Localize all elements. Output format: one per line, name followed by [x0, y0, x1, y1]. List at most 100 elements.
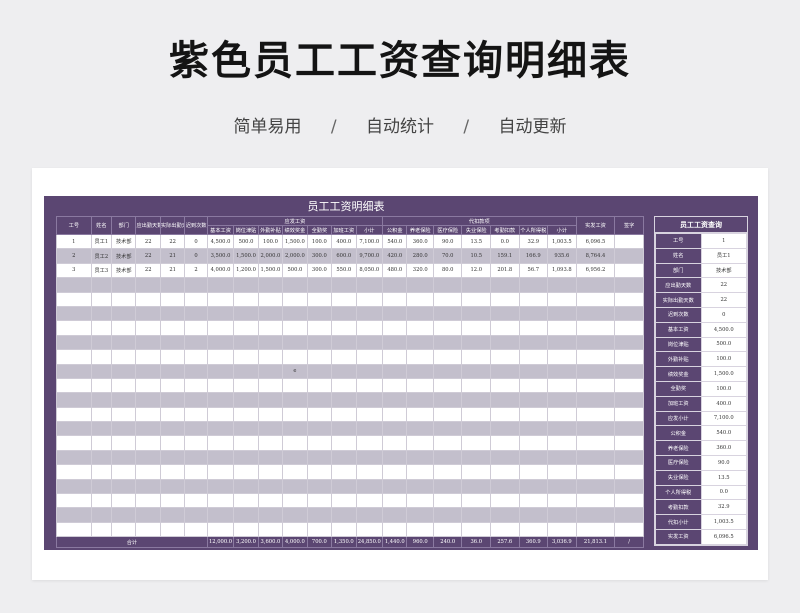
- empty-cell: [614, 320, 644, 336]
- empty-cell: [331, 449, 357, 466]
- empty-cell: [135, 406, 161, 423]
- empty-cell: [111, 291, 137, 307]
- empty-cell: [184, 349, 208, 365]
- empty-cell: [461, 435, 492, 451]
- empty-cell: [406, 507, 434, 523]
- empty-cell: [331, 392, 357, 408]
- empty-cell: [461, 392, 492, 408]
- table-cell: 550.0: [331, 262, 357, 279]
- total-cell: 4,000.0: [282, 536, 308, 549]
- empty-cell: [306, 349, 333, 365]
- query-value: 100.0: [700, 351, 747, 368]
- empty-cell: [90, 377, 113, 394]
- empty-cell: [432, 478, 463, 495]
- empty-cell: [306, 377, 333, 394]
- empty-row: [56, 421, 644, 437]
- empty-cell: [282, 507, 308, 523]
- query-key: 医疗保险: [655, 454, 702, 471]
- query-row: 加班工资 400.0: [655, 395, 747, 412]
- table-cell: 500.0: [282, 262, 308, 279]
- empty-cell: [547, 464, 577, 480]
- empty-row: [56, 291, 644, 307]
- empty-cell: [331, 377, 357, 394]
- empty-cell: [614, 363, 644, 379]
- empty-cell: [490, 521, 520, 538]
- empty-cell: [518, 291, 549, 307]
- empty-cell: [614, 291, 644, 307]
- table-cell: 10.5: [461, 248, 492, 264]
- empty-cell: [355, 507, 384, 523]
- empty-cell: [432, 435, 463, 451]
- empty-cell: [355, 277, 384, 293]
- empty-cell: [355, 521, 384, 538]
- empty-cell: [331, 363, 357, 379]
- table-cell: 540.0: [382, 233, 408, 250]
- table-cell: 6,096.5: [575, 233, 616, 250]
- empty-cell: [406, 377, 434, 394]
- query-row: 应发小计 7,100.0: [655, 410, 747, 427]
- header-deduct-col: 考勤扣款: [490, 225, 520, 235]
- total-cell: 257.6: [490, 536, 520, 549]
- empty-cell: [56, 363, 92, 379]
- table-cell: 500.0: [233, 233, 259, 250]
- empty-cell: [257, 521, 284, 538]
- empty-cell: [135, 493, 161, 509]
- empty-row: [56, 349, 644, 365]
- empty-cell: [135, 277, 161, 293]
- sheet-title: 员工工资明细表: [307, 200, 385, 213]
- empty-row: [56, 521, 644, 538]
- empty-cell: [614, 435, 644, 451]
- empty-cell: [355, 320, 384, 336]
- empty-cell: [56, 507, 92, 523]
- query-key: 考勤扣款: [655, 499, 702, 516]
- empty-cell: [90, 392, 113, 408]
- empty-cell: [547, 507, 577, 523]
- table-cell: 400.0: [331, 233, 357, 250]
- table-cell: 2: [184, 262, 208, 279]
- empty-cell: [382, 377, 408, 394]
- empty-cell: [575, 435, 616, 451]
- empty-cell: [184, 320, 208, 336]
- query-value: 员工1: [700, 247, 747, 264]
- salary-table-body: 1 员工1 技术部 22 22 0 4,500.0 500.0 100.0 1,500.0 100.…: [56, 233, 644, 538]
- empty-cell: [355, 435, 384, 451]
- empty-cell: [306, 507, 333, 523]
- empty-cell: [547, 478, 577, 495]
- empty-cell: [159, 392, 186, 408]
- salary-sheet: 员工工资明细表 工号 姓名 部门 应出勤天数 实际出勤 迟到次数 应发工资 代扣…: [44, 196, 758, 550]
- table-cell: 8,050.0: [355, 262, 384, 279]
- empty-row: [56, 435, 644, 451]
- empty-row: [56, 320, 644, 336]
- empty-cell: [233, 435, 259, 451]
- table-cell: 420.0: [382, 248, 408, 264]
- empty-cell: [490, 334, 520, 351]
- empty-cell: [233, 493, 259, 509]
- table-cell: 70.0: [432, 248, 463, 264]
- empty-cell: [406, 435, 434, 451]
- table-cell: 员工2: [90, 248, 113, 264]
- empty-cell: [184, 363, 208, 379]
- query-row: 实发工资 6,096.5: [655, 528, 747, 545]
- query-row: 工号 1: [655, 233, 747, 249]
- empty-cell: [575, 363, 616, 379]
- query-key: 岗位津贴: [655, 336, 702, 353]
- empty-cell: [518, 305, 549, 322]
- header-pay-col: 全勤奖: [306, 225, 333, 235]
- empty-cell: [547, 392, 577, 408]
- header-deduct-col: 公积金: [382, 225, 408, 235]
- empty-cell: [56, 449, 92, 466]
- query-key: 外勤补贴: [655, 351, 702, 368]
- empty-cell: [432, 334, 463, 351]
- table-cell: 1,500.0: [282, 233, 308, 250]
- empty-cell: [111, 449, 137, 466]
- table-cell: 0.0: [490, 233, 520, 250]
- query-key: 应出勤天数: [655, 277, 702, 294]
- empty-cell: [257, 305, 284, 322]
- empty-cell: [233, 320, 259, 336]
- empty-row: [56, 464, 644, 480]
- empty-cell: [90, 421, 113, 437]
- empty-cell: [184, 435, 208, 451]
- header-should-days: 应出勤天数: [135, 216, 161, 235]
- empty-cell: [282, 493, 308, 509]
- salary-table: 工号 姓名 部门 应出勤天数 实际出勤天数 迟到次数 应发工资 代扣款项 实发工…: [56, 216, 644, 549]
